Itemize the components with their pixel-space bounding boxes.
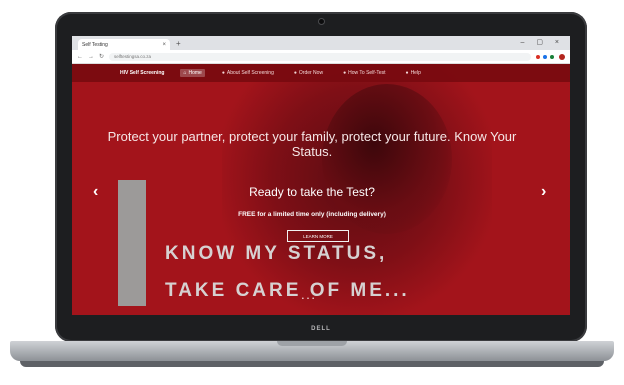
nav-item-label: Order Now xyxy=(298,70,324,76)
laptop-screen: Self Testing × + – ▢ × ← → ↻ selftesting… xyxy=(72,36,570,315)
hero-headline: Protect your partner, protect your famil… xyxy=(107,129,517,159)
cart-icon: ● xyxy=(293,70,297,76)
laptop-base xyxy=(10,341,614,361)
dell-logo: DELL xyxy=(311,326,331,332)
extension-icon[interactable] xyxy=(536,54,540,59)
carousel-next-icon[interactable]: › xyxy=(541,183,546,201)
help-icon: ● xyxy=(405,70,409,76)
reload-icon[interactable]: ↻ xyxy=(99,53,104,60)
browser-tab-strip: Self Testing × + – ▢ × xyxy=(72,36,570,50)
nav-item-label: How To Self-Test xyxy=(348,70,386,76)
nav-item-order[interactable]: ● Order Now xyxy=(291,69,326,77)
nav-item-label: Help xyxy=(410,70,421,76)
side-panel-placeholder xyxy=(118,180,146,306)
back-arrow-icon[interactable]: ← xyxy=(77,54,83,60)
tab-title: Self Testing xyxy=(82,41,108,48)
browser-tab[interactable]: Self Testing × xyxy=(78,39,170,50)
carousel-indicators[interactable]: • • • xyxy=(302,296,315,302)
address-bar[interactable]: selftestingsa.co.za xyxy=(109,52,531,61)
window-controls[interactable]: – ▢ × xyxy=(521,38,564,46)
tab-close-icon[interactable]: × xyxy=(162,42,166,48)
extension-icon[interactable] xyxy=(550,54,554,59)
banner-line-1: KNOW MY STATUS, xyxy=(165,243,388,264)
site-navbar: HIV Self Screening ⌂ Home ● About Self S… xyxy=(72,64,570,82)
nav-item-about[interactable]: ● About Self Screening xyxy=(219,69,277,77)
extension-icon[interactable] xyxy=(543,54,547,59)
nav-item-how-to[interactable]: ● How To Self-Test xyxy=(340,69,388,77)
nav-item-home[interactable]: ⌂ Home xyxy=(180,69,205,77)
learn-more-button[interactable]: LEARN MORE xyxy=(287,230,349,242)
new-tab-icon[interactable]: + xyxy=(176,39,181,48)
nav-item-label: About Self Screening xyxy=(226,70,274,76)
laptop-foot xyxy=(20,361,604,367)
home-icon: ⌂ xyxy=(183,70,187,76)
profile-avatar[interactable] xyxy=(559,53,565,60)
carousel-prev-icon[interactable]: ‹ xyxy=(93,183,98,201)
info-icon: ● xyxy=(221,70,225,76)
nav-item-label: Home xyxy=(188,70,202,76)
site-brand[interactable]: HIV Self Screening xyxy=(120,70,164,76)
browser-toolbar: ← → ↻ selftestingsa.co.za xyxy=(72,50,570,64)
hinge-notch xyxy=(277,341,347,346)
hero-offer: FREE for a limited time only (including … xyxy=(238,211,386,218)
extension-icons[interactable] xyxy=(536,54,554,59)
nav-item-help[interactable]: ● Help xyxy=(403,69,424,77)
question-icon: ● xyxy=(343,70,347,76)
banner-line-2: TAKE CARE OF ME... xyxy=(165,280,410,301)
forward-arrow-icon[interactable]: → xyxy=(88,54,94,60)
webcam xyxy=(318,18,325,25)
